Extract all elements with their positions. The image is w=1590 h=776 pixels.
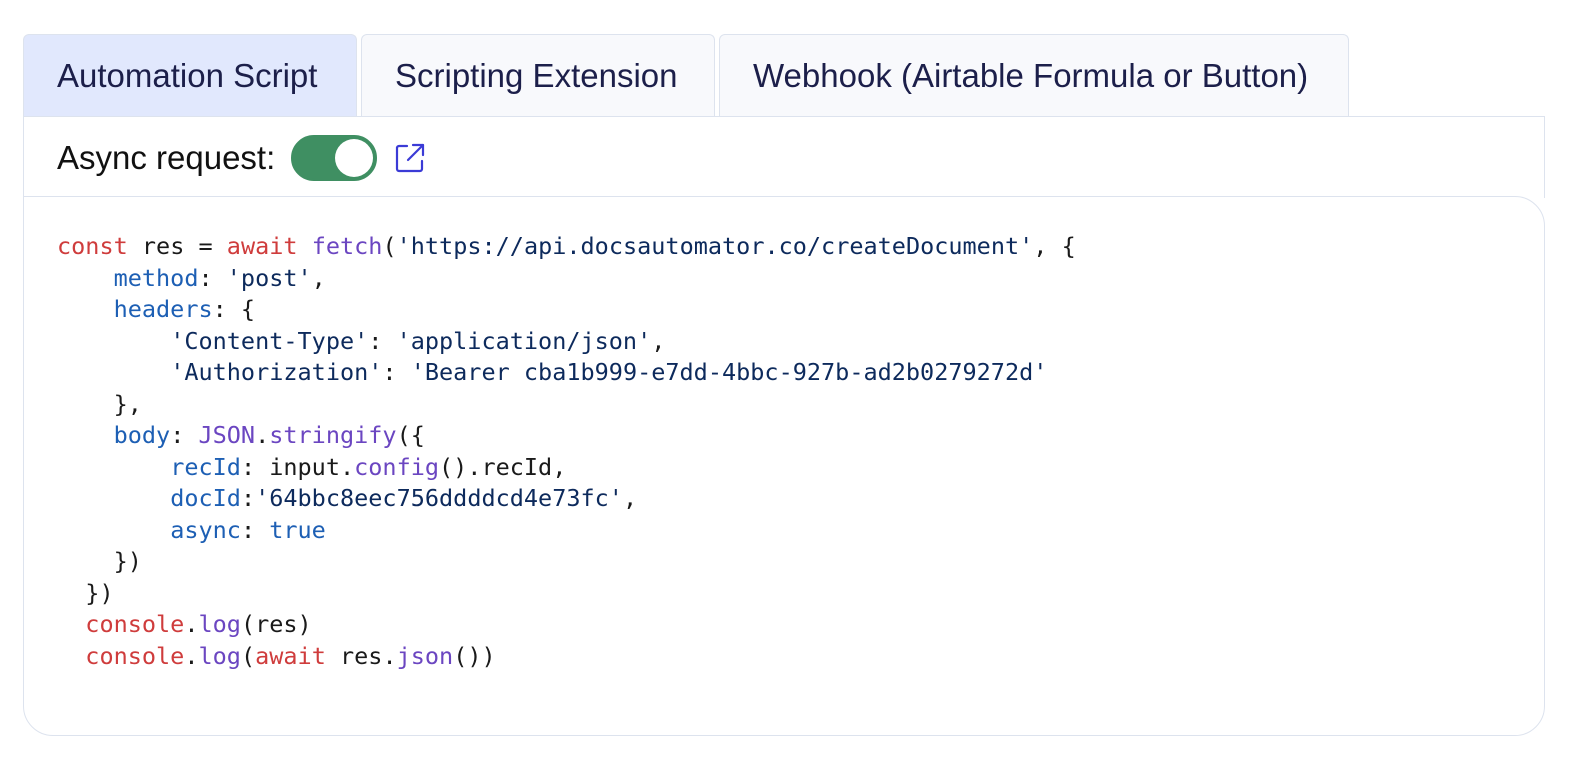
async-request-label: Async request: (57, 138, 276, 176)
external-link-icon[interactable] (393, 141, 427, 175)
code-token: input. (269, 452, 355, 481)
code-token: ().recId, (439, 452, 567, 481)
code-text: const res = await fetch('https://api.doc… (57, 232, 1076, 670)
async-request-toggle[interactable] (291, 134, 378, 181)
tab-bar: Automation Script Scripting Extension We… (23, 34, 1349, 116)
code-token: 'https://api.docsautomator.co/createDocu… (396, 232, 1034, 260)
code-token: docId (170, 484, 241, 512)
code-token: 'Content-Type' (170, 326, 369, 355)
code-token: await (226, 232, 298, 260)
code-token: json (396, 641, 454, 670)
code-token: true (269, 515, 326, 544)
code-token: async (170, 515, 241, 544)
code-token: (res) (240, 610, 312, 638)
tab-label: Scripting Extension (395, 56, 678, 94)
code-token: const (57, 232, 128, 260)
code-block[interactable]: const res = await fetch('https://api.doc… (23, 196, 1545, 736)
code-token: 'Bearer cba1b999-e7dd-4bbc-927b-ad2b0279… (410, 358, 1048, 386)
code-token: 'application/json' (396, 326, 652, 355)
code-token: 'Authorization' (170, 358, 383, 386)
code-token: '64bbc8eec756ddddcd4e73fc' (255, 484, 623, 512)
tab-webhook[interactable]: Webhook (Airtable Formula or Button) (719, 34, 1349, 116)
code-token: fetch (311, 232, 383, 260)
code-token: 'post' (226, 263, 312, 292)
tab-label: Automation Script (57, 56, 318, 94)
code-token: ()) (453, 641, 496, 670)
code-token: res. (325, 641, 397, 670)
options-toolbar: Async request: (23, 116, 1545, 198)
code-token: log (198, 641, 241, 670)
tab-automation-script[interactable]: Automation Script (23, 34, 357, 116)
code-token: JSON (198, 421, 256, 449)
tab-label: Webhook (Airtable Formula or Button) (753, 56, 1309, 94)
code-token: recId (170, 452, 241, 481)
toggle-knob (335, 138, 374, 177)
tab-scripting-extension[interactable]: Scripting Extension (361, 34, 715, 116)
code-token: method (113, 263, 199, 292)
code-token: headers (113, 295, 213, 323)
code-token: res = (127, 232, 227, 260)
code-token: console (85, 610, 185, 638)
code-token: await (255, 641, 326, 670)
code-token: stringify (269, 421, 397, 449)
code-token: log (198, 610, 241, 638)
code-token: body (113, 421, 171, 449)
code-token: console (85, 641, 185, 670)
code-token: config (354, 452, 440, 481)
